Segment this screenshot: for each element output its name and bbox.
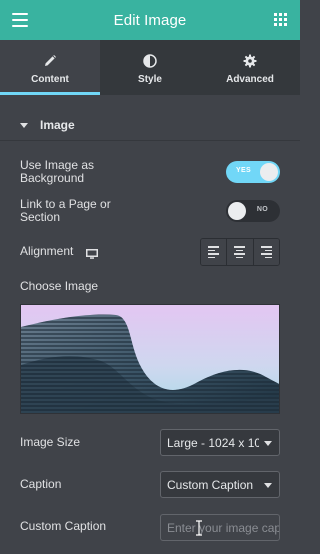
tab-label: Style	[138, 74, 162, 85]
tab-label: Content	[31, 74, 69, 85]
image-size-select[interactable]: Large - 1024 x 1024	[160, 429, 280, 456]
bg-image-switch[interactable]: YES	[226, 161, 280, 183]
image-size-label: Image Size	[20, 435, 81, 449]
custom-caption-field[interactable]	[160, 514, 280, 541]
chevron-down-icon	[264, 441, 272, 446]
link-label: Link to a Page or Section	[20, 198, 111, 224]
tab-content[interactable]: Content	[0, 40, 100, 95]
label-line: Background	[20, 171, 85, 185]
switch-text: NO	[256, 206, 268, 213]
switch-text: YES	[236, 167, 251, 174]
switch-knob	[260, 163, 278, 181]
align-right-button[interactable]	[252, 239, 279, 265]
bg-image-label: Use Image as Background	[20, 159, 94, 185]
tab-label: Advanced	[226, 74, 274, 85]
section-image-toggle[interactable]: Image	[0, 110, 300, 140]
caption-value: Custom Caption	[167, 477, 254, 492]
link-switch[interactable]: NO	[226, 200, 280, 222]
tab-style[interactable]: Style	[100, 40, 200, 95]
gear-icon	[243, 54, 257, 68]
pencil-icon	[43, 54, 57, 68]
image-preview[interactable]	[20, 304, 280, 414]
caption-select[interactable]: Custom Caption	[160, 471, 280, 498]
align-right-icon	[260, 246, 272, 258]
building-photo	[21, 305, 279, 413]
divider	[0, 140, 300, 141]
image-size-value: Large - 1024 x 1024	[167, 435, 259, 450]
chevron-down-icon	[264, 483, 272, 488]
panel-tabs: Content Style Advanced	[0, 40, 300, 95]
alignment-choices	[200, 238, 280, 266]
switch-knob	[228, 202, 246, 220]
grid-icon[interactable]	[274, 13, 287, 26]
panel-header: Edit Image	[0, 0, 300, 40]
section-title: Image	[40, 118, 75, 132]
align-center-icon	[234, 246, 246, 258]
desktop-icon[interactable]	[86, 246, 98, 259]
align-center-button[interactable]	[226, 239, 253, 265]
custom-caption-input[interactable]	[161, 515, 279, 540]
label-line: Section	[20, 210, 61, 224]
caption-label: Caption	[20, 477, 62, 491]
tab-advanced[interactable]: Advanced	[200, 40, 300, 95]
custom-caption-label: Custom Caption	[20, 519, 107, 533]
hamburger-icon[interactable]	[12, 13, 28, 27]
choose-image-label: Choose Image	[20, 279, 99, 293]
caret-down-icon	[20, 122, 28, 128]
half-circle-icon	[143, 54, 157, 68]
panel-title: Edit Image	[113, 11, 187, 29]
alignment-label: Alignment	[20, 244, 74, 258]
align-left-icon	[208, 246, 220, 258]
align-left-button[interactable]	[201, 239, 227, 265]
